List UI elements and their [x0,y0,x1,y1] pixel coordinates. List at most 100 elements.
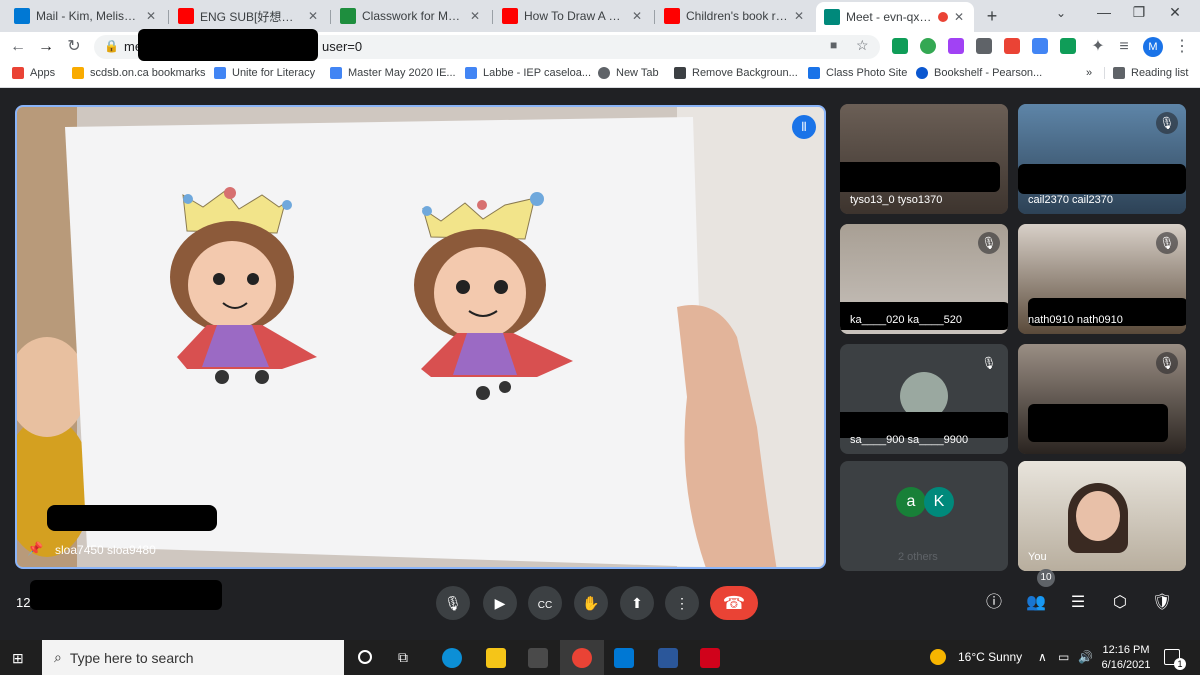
bookmark-star-icon[interactable]: ☆ [856,37,869,54]
taskbar-search[interactable]: ⌕ Type here to search [42,640,344,675]
page-icon [214,67,226,79]
bookmark-labbe[interactable]: Labbe - IEP caseloa... [465,67,591,79]
tab-mail[interactable]: Mail - Kim, Melissa - O ✕ [6,4,166,28]
forward-icon[interactable]: → [36,37,56,57]
chat-button[interactable]: ☰ [1066,591,1090,615]
participant-tile[interactable]: 🎙 cail2370 cail2370 [1018,104,1186,214]
reload-icon[interactable]: ↻ [64,37,84,57]
end-call-button[interactable]: ☎ [710,586,758,620]
profile-avatar[interactable]: M [1143,37,1163,57]
edge-icon[interactable] [442,648,462,668]
redaction [840,162,1000,192]
close-icon[interactable]: ✕ [792,9,806,23]
taskbar-clock[interactable]: 12:16 PM 6/16/2021 [1100,643,1152,673]
bookmark-apps[interactable]: Apps [12,67,55,79]
more-options-button[interactable]: ⋮ [665,586,699,620]
mic-button[interactable]: 🎙 [436,586,470,620]
word-icon[interactable] [658,648,678,668]
participant-tile[interactable]: 🎙 ka____020 ka____520 [840,224,1008,334]
bookmark-label: Master May 2020 IE... [348,67,456,79]
extension-icon[interactable] [948,38,964,54]
youtube-icon [664,8,680,24]
bookmark-unite[interactable]: Unite for Literacy [214,67,315,79]
present-screen-icon: ⬆ [631,595,643,611]
new-tab-button[interactable]: + [982,6,1002,27]
participant-tile[interactable]: 🎙 [1018,344,1186,454]
bookmark-pearson[interactable]: Bookshelf - Pearson... [916,67,1042,79]
raise-hand-button[interactable]: ✋ [574,586,608,620]
bookmark-folder[interactable]: scdsb.on.ca bookmarks [72,67,206,79]
youtube-icon [502,8,518,24]
bookmarks-overflow[interactable]: » [1086,67,1092,79]
host-controls-button[interactable]: 🛡 [1150,591,1174,615]
bookmark-master-may[interactable]: Master May 2020 IE... [330,67,456,79]
extensions-puzzle-icon[interactable]: ✦ [1088,37,1108,57]
participant-count-badge: 10 [1037,569,1055,587]
redaction [1028,404,1168,442]
main-video-tile[interactable]: ⦀ 📌 sloa7450 sloa9480 [15,105,826,569]
chrome-taskbar-button[interactable] [560,640,604,675]
mail-icon[interactable] [614,648,634,668]
network-icon[interactable]: ▭ [1058,650,1069,664]
task-view-icon[interactable]: ⧉ [398,649,408,666]
windows-start-icon[interactable]: ⊞ [12,650,24,667]
bookmark-new-tab[interactable]: New Tab [598,67,659,79]
close-icon[interactable]: ✕ [952,10,966,24]
activities-button[interactable]: ⬡ [1108,591,1132,615]
restore-button[interactable]: ❐ [1128,4,1150,21]
tab-how-to-draw[interactable]: How To Draw A King A ✕ [494,4,652,28]
bookmark-class-photo[interactable]: Class Photo Site [808,67,907,79]
captions-button[interactable]: CC [528,586,562,620]
others-label: 2 others [898,551,938,563]
acrobat-icon[interactable] [700,648,720,668]
address-bar[interactable]: 🔒 me user=0 ■ ☆ [94,29,880,61]
close-icon[interactable]: ✕ [306,9,320,23]
others-tile[interactable]: a K 2 others [840,461,1008,571]
store-icon[interactable] [528,648,548,668]
cortana-icon[interactable] [358,650,372,664]
extension-icon[interactable] [892,38,908,54]
people-button[interactable]: 👥 [1024,591,1048,615]
self-view-tile[interactable]: You [1018,461,1186,571]
extension-icon[interactable] [976,38,992,54]
translate-icon[interactable] [1032,38,1048,54]
extension-plus-icon[interactable] [920,38,936,54]
close-window-button[interactable]: ✕ [1164,4,1186,21]
pin-icon[interactable]: 📌 [27,541,43,557]
bookmark-label: Labbe - IEP caseloa... [483,67,592,79]
participant-tile[interactable]: 🎙 sa____900 sa____9900 [840,344,1008,454]
tab-label: Meet - evn-qxgs- [846,10,934,24]
tab-classwork[interactable]: Classwork for Mrs. Kim ✕ [332,4,490,28]
bookmark-remove-bg[interactable]: Remove Backgroun... [674,67,798,79]
tab-childrens-book[interactable]: Children's book read a ✕ [656,4,814,28]
reading-list-button[interactable]: Reading list [1104,67,1188,79]
tab-eng-sub[interactable]: ENG SUB[好想和你在 ✕ [170,4,328,28]
self-label: You [1028,551,1047,563]
tab-label: Children's book read a [686,9,788,23]
mic-off-icon: 🎙 [1156,112,1178,134]
close-icon[interactable]: ✕ [468,9,482,23]
weather-text[interactable]: 16°C Sunny [958,650,1022,664]
search-placeholder: Type here to search [69,649,194,666]
back-icon[interactable]: ← [8,37,28,57]
present-button[interactable]: ⬆ [620,586,654,620]
reading-list-icon[interactable]: ≡ [1114,37,1134,57]
participant-tile[interactable]: 🎙 nath0910 nath0910 [1018,224,1186,334]
menu-dots-icon[interactable]: ⋮ [1172,37,1192,57]
close-icon[interactable]: ✕ [630,9,644,23]
camera-icon[interactable]: ■ [830,38,837,52]
close-icon[interactable]: ✕ [144,9,158,23]
participant-tile[interactable]: tyso13_0 tyso1370 [840,104,1008,214]
clock-time: 12:16 PM [1102,644,1150,656]
tab-search-icon[interactable]: ⌄ [1050,6,1072,20]
volume-icon[interactable]: 🔊 [1078,650,1093,664]
camera-button[interactable]: ▶ [483,586,517,620]
meeting-details-button[interactable]: ⓘ [982,591,1006,615]
tab-meet[interactable]: Meet - evn-qxgs- ✕ [816,2,974,32]
minimize-button[interactable]: — [1093,4,1115,20]
file-explorer-icon[interactable] [486,648,506,668]
show-hidden-icons[interactable]: ∧ [1038,650,1047,664]
extension-icon[interactable] [1004,38,1020,54]
docs-icon [465,67,477,79]
extension-icon[interactable] [1060,38,1076,54]
